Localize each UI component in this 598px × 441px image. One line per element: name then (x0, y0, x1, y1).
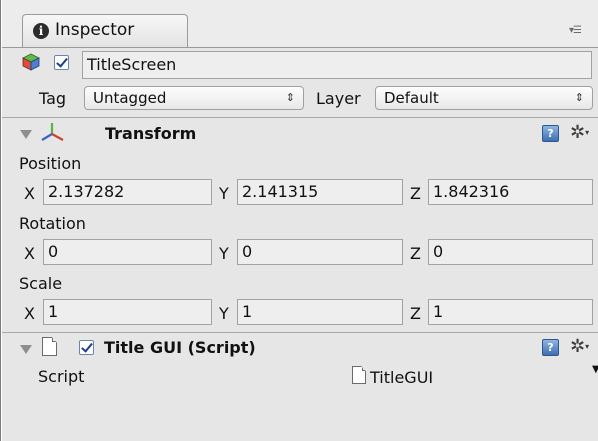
tab-strip: i Inspector ▾☰ (2, 0, 598, 48)
gameobject-cube-icon (22, 53, 40, 71)
rotation-x-field[interactable]: 0 (43, 239, 212, 265)
inspector-window: i Inspector ▾☰ TitleScreen Tag Untagged … (0, 0, 598, 441)
gear-icon[interactable]: ✲▾ (570, 124, 589, 142)
script-enabled-checkbox[interactable] (79, 340, 94, 355)
tag-value: Untagged (93, 89, 167, 107)
position-z-label: Z (410, 184, 421, 203)
info-icon: i (33, 23, 49, 39)
scale-x-label: X (24, 304, 35, 323)
tab-label: Inspector (55, 20, 135, 40)
help-icon[interactable]: ? (542, 339, 559, 356)
scale-x-field[interactable]: 1 (43, 299, 212, 325)
rotation-label: Rotation (19, 214, 86, 233)
rotation-x-label: X (24, 244, 35, 263)
active-checkbox[interactable] (54, 55, 69, 70)
script-label: Script (38, 367, 85, 386)
position-x-field[interactable]: 2.137282 (43, 179, 212, 205)
script-component-title: Title GUI (Script) (104, 338, 256, 357)
gameobject-name-field[interactable]: TitleScreen (82, 51, 592, 79)
help-icon[interactable]: ? (542, 125, 559, 142)
rotation-z-field[interactable]: 0 (428, 239, 593, 265)
transform-foldout-arrow-icon[interactable] (20, 130, 32, 139)
script-foldout-arrow-icon[interactable] (20, 345, 32, 354)
transform-axes-icon (41, 123, 64, 141)
position-y-label: Y (219, 184, 229, 203)
scale-z-field[interactable]: 1 (428, 299, 593, 325)
script-value[interactable]: TitleGUI (370, 368, 433, 387)
layer-label: Layer (316, 89, 361, 108)
panel-menu-icon[interactable]: ▾☰ (569, 24, 587, 38)
script-file-icon (42, 337, 57, 356)
gear-icon[interactable]: ✲▾ (570, 338, 589, 356)
position-x-label: X (24, 184, 35, 203)
scale-label: Scale (19, 274, 63, 293)
tag-dropdown[interactable]: Untagged ⇕ (84, 86, 304, 110)
rotation-z-label: Z (410, 244, 421, 263)
tab-inspector[interactable]: i Inspector (22, 14, 188, 48)
position-z-field[interactable]: 1.842316 (428, 179, 593, 205)
scale-y-field[interactable]: 1 (237, 299, 403, 325)
layer-dropdown[interactable]: Default ⇕ (375, 86, 593, 110)
transform-title: Transform (105, 124, 197, 143)
inspector-panel: TitleScreen Tag Untagged ⇕ Layer Default… (2, 48, 598, 441)
tag-label: Tag (39, 89, 67, 108)
scale-z-label: Z (410, 304, 421, 323)
position-y-field[interactable]: 2.141315 (237, 179, 403, 205)
divider (2, 117, 598, 118)
layer-value: Default (384, 89, 439, 107)
scale-y-label: Y (219, 304, 229, 323)
dropdown-arrows-icon: ⇕ (285, 91, 295, 104)
script-field-overflow-icon: ▼ (592, 364, 598, 375)
dropdown-arrows-icon: ⇕ (574, 91, 584, 104)
divider (2, 332, 598, 333)
rotation-y-label: Y (219, 244, 229, 263)
position-label: Position (19, 154, 82, 173)
script-asset-icon (352, 366, 366, 384)
rotation-y-field[interactable]: 0 (237, 239, 403, 265)
